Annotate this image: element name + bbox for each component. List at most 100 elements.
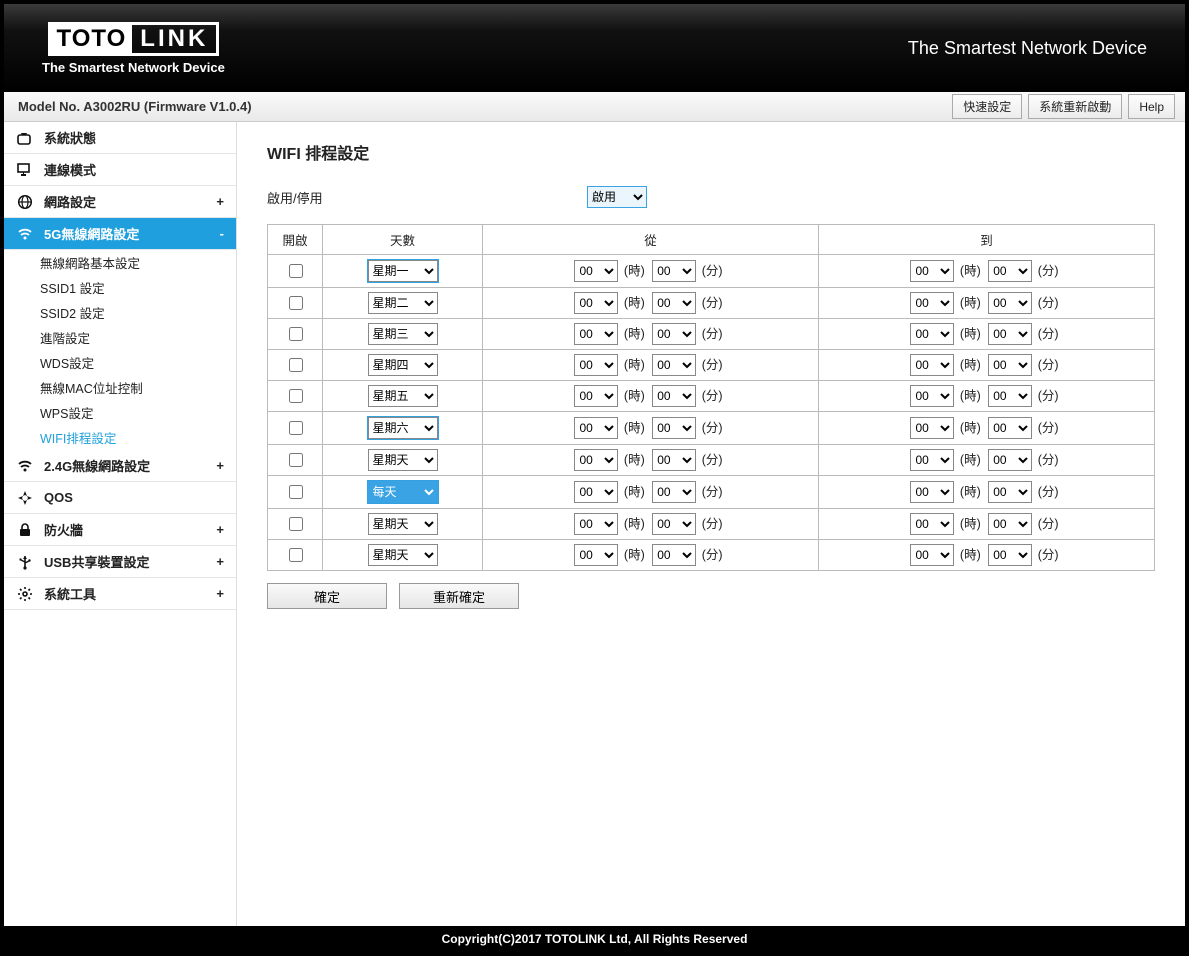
day-select[interactable]: 星期三 <box>368 323 438 345</box>
sidebar-subitem-2[interactable]: SSID2 設定 <box>4 300 236 325</box>
from-hour-select[interactable]: 00 <box>574 385 618 407</box>
min-label: (分) <box>702 517 723 531</box>
to-min-select[interactable]: 00 <box>988 260 1032 282</box>
to-min-select[interactable]: 00 <box>988 323 1032 345</box>
day-select[interactable]: 星期四 <box>368 354 438 376</box>
sidebar-item-8[interactable]: 系統工具 + <box>4 578 236 610</box>
sidebar-subitem-0[interactable]: 無線網路基本設定 <box>4 250 236 275</box>
hour-label: (時) <box>960 358 981 372</box>
enable-select[interactable]: 啟用 <box>587 186 647 208</box>
to-min-select[interactable]: 00 <box>988 292 1032 314</box>
sidebar-item-1[interactable]: 連線模式 <box>4 154 236 186</box>
from-hour-select[interactable]: 00 <box>574 513 618 535</box>
day-select[interactable]: 星期天 <box>368 449 438 471</box>
help-button[interactable]: Help <box>1128 94 1175 119</box>
sidebar-subitem-7[interactable]: WIFI排程設定 <box>4 425 236 450</box>
to-min-select[interactable]: 00 <box>988 544 1032 566</box>
from-hour-select[interactable]: 00 <box>574 481 618 503</box>
row-enable-checkbox[interactable] <box>289 358 303 372</box>
sidebar-item-5[interactable]: QOS <box>4 482 236 514</box>
row-enable-checkbox[interactable] <box>289 421 303 435</box>
to-min-select[interactable]: 00 <box>988 449 1032 471</box>
from-min-select[interactable]: 00 <box>652 292 696 314</box>
from-hour-select[interactable]: 00 <box>574 323 618 345</box>
app-header: TOTO LINK The Smartest Network Device Th… <box>4 4 1185 92</box>
schedule-table: 開啟 天數 從 到 星期一 00 <box>267 224 1155 571</box>
to-hour-select[interactable]: 00 <box>910 385 954 407</box>
from-hour-select[interactable]: 00 <box>574 544 618 566</box>
sidebar-subitem-3[interactable]: 進階設定 <box>4 325 236 350</box>
from-min-select[interactable]: 00 <box>652 417 696 439</box>
day-select[interactable]: 星期二 <box>368 292 438 314</box>
th-from: 從 <box>483 225 819 255</box>
to-hour-select[interactable]: 00 <box>910 292 954 314</box>
ok-button[interactable]: 確定 <box>267 583 387 609</box>
from-min-select[interactable]: 00 <box>652 481 696 503</box>
from-hour-select[interactable]: 00 <box>574 417 618 439</box>
row-enable-checkbox[interactable] <box>289 485 303 499</box>
row-enable-checkbox[interactable] <box>289 296 303 310</box>
hour-label: (時) <box>960 421 981 435</box>
to-hour-select[interactable]: 00 <box>910 323 954 345</box>
day-select[interactable]: 星期一 <box>368 260 438 282</box>
from-hour-select[interactable]: 00 <box>574 354 618 376</box>
table-row: 每天 00 (時) 00 (分) 00 (時) 00 (分) <box>268 476 1155 509</box>
to-min-select[interactable]: 00 <box>988 354 1032 376</box>
sidebar-item-label: USB共享裝置設定 <box>44 552 149 571</box>
to-min-select[interactable]: 00 <box>988 481 1032 503</box>
to-hour-select[interactable]: 00 <box>910 544 954 566</box>
sidebar-item-2[interactable]: 網路設定 + <box>4 186 236 218</box>
sidebar-subitem-1[interactable]: SSID1 設定 <box>4 275 236 300</box>
from-hour-select[interactable]: 00 <box>574 449 618 471</box>
row-enable-checkbox[interactable] <box>289 327 303 341</box>
from-min-select[interactable]: 00 <box>652 323 696 345</box>
day-select[interactable]: 星期天 <box>368 544 438 566</box>
day-select[interactable]: 星期五 <box>368 385 438 407</box>
day-select[interactable]: 星期天 <box>368 513 438 535</box>
from-hour-select[interactable]: 00 <box>574 260 618 282</box>
from-min-select[interactable]: 00 <box>652 513 696 535</box>
reboot-button[interactable]: 系統重新啟動 <box>1028 94 1122 119</box>
to-hour-select[interactable]: 00 <box>910 449 954 471</box>
to-min-select[interactable]: 00 <box>988 385 1032 407</box>
from-min-select[interactable]: 00 <box>652 260 696 282</box>
from-min-select[interactable]: 00 <box>652 544 696 566</box>
min-label: (分) <box>702 389 723 403</box>
to-hour-select[interactable]: 00 <box>910 260 954 282</box>
to-hour-select[interactable]: 00 <box>910 513 954 535</box>
sidebar-subitem-6[interactable]: WPS設定 <box>4 400 236 425</box>
row-enable-checkbox[interactable] <box>289 264 303 278</box>
day-select[interactable]: 星期六 <box>368 417 438 439</box>
row-enable-checkbox[interactable] <box>289 389 303 403</box>
to-min-select[interactable]: 00 <box>988 513 1032 535</box>
from-min-select[interactable]: 00 <box>652 449 696 471</box>
sidebar-item-3[interactable]: 5G無線網路設定 - <box>4 218 236 250</box>
day-select[interactable]: 每天 <box>368 481 438 503</box>
to-hour-select[interactable]: 00 <box>910 354 954 376</box>
to-min-select[interactable]: 00 <box>988 417 1032 439</box>
sidebar-item-6[interactable]: 防火牆 + <box>4 514 236 546</box>
row-enable-checkbox[interactable] <box>289 453 303 467</box>
main-content: WIFI 排程設定 啟用/停用 啟用 開啟 天數 從 到 <box>237 122 1185 926</box>
min-label: (分) <box>702 358 723 372</box>
sidebar-item-4[interactable]: 2.4G無線網路設定 + <box>4 450 236 482</box>
to-hour-select[interactable]: 00 <box>910 417 954 439</box>
sidebar-subitem-5[interactable]: 無線MAC位址控制 <box>4 375 236 400</box>
row-enable-checkbox[interactable] <box>289 548 303 562</box>
sidebar-item-label: 連線模式 <box>44 160 96 179</box>
reset-button[interactable]: 重新確定 <box>399 583 519 609</box>
hour-label: (時) <box>960 296 981 310</box>
from-min-select[interactable]: 00 <box>652 385 696 407</box>
globe-icon <box>16 193 34 211</box>
from-min-select[interactable]: 00 <box>652 354 696 376</box>
row-enable-checkbox[interactable] <box>289 517 303 531</box>
status-icon <box>16 129 34 147</box>
sidebar-item-0[interactable]: 系統狀態 <box>4 122 236 154</box>
sidebar-item-7[interactable]: USB共享裝置設定 + <box>4 546 236 578</box>
sidebar: 系統狀態 連線模式 網路設定 + 5G無線網路設定 - 無線網路基本設定 SSI… <box>4 122 237 926</box>
to-hour-select[interactable]: 00 <box>910 481 954 503</box>
quick-setup-button[interactable]: 快速設定 <box>952 94 1022 119</box>
sidebar-subitem-4[interactable]: WDS設定 <box>4 350 236 375</box>
from-hour-select[interactable]: 00 <box>574 292 618 314</box>
enable-row: 啟用/停用 啟用 <box>267 186 1155 208</box>
